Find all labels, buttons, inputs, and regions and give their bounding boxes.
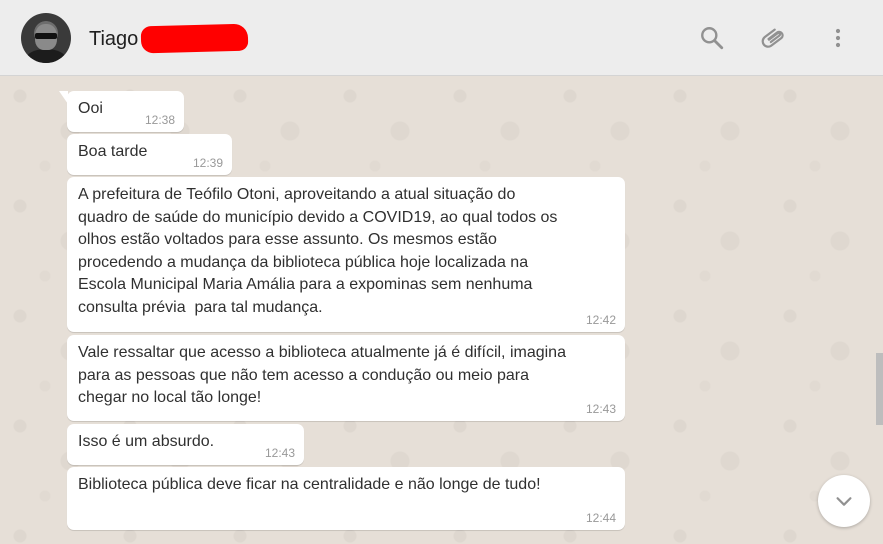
paperclip-icon xyxy=(761,28,784,48)
search-button[interactable] xyxy=(697,23,727,53)
scroll-to-bottom-button[interactable] xyxy=(818,475,870,527)
message-bubble[interactable]: Boa tarde 12:39 xyxy=(67,134,232,175)
message-time: 12:44 xyxy=(585,511,616,525)
message-bubble[interactable]: Ooi 12:38 xyxy=(59,91,184,132)
attach-button[interactable] xyxy=(759,23,789,53)
message-text: Vale ressaltar que acesso a biblioteca a… xyxy=(78,344,566,406)
search-icon xyxy=(701,27,724,50)
message-bubble[interactable]: Biblioteca pública deve ficar na central… xyxy=(67,467,625,530)
message-bubble[interactable]: Isso é um absurdo. 12:43 xyxy=(67,424,304,465)
chat-header: Tiago xyxy=(0,0,883,76)
message-text: A prefeitura de Teófilo Otoni, aproveita… xyxy=(78,186,558,316)
scrollbar-thumb[interactable] xyxy=(876,353,883,425)
message-time: 12:39 xyxy=(192,156,223,170)
message-bubble[interactable]: A prefeitura de Teófilo Otoni, aproveita… xyxy=(67,177,625,332)
contact-name[interactable]: Tiago xyxy=(89,26,138,52)
redaction-mark xyxy=(140,23,249,54)
message-time: 12:43 xyxy=(585,402,616,416)
avatar-sunglasses xyxy=(35,33,57,39)
message-time: 12:43 xyxy=(264,446,295,460)
message-time: 12:38 xyxy=(144,113,175,127)
bubble-tail xyxy=(59,91,68,104)
menu-button[interactable] xyxy=(823,23,853,53)
chevron-down-icon xyxy=(836,497,852,506)
avatar[interactable] xyxy=(21,13,71,63)
message-bubble[interactable]: Vale ressaltar que acesso a biblioteca a… xyxy=(67,335,625,421)
message-text: Isso é um absurdo. xyxy=(78,433,215,450)
avatar-shoulders xyxy=(26,49,66,63)
chat-window: Tiago Ooi 12:38 Boa tarde 12:39 A prefei… xyxy=(0,0,883,544)
message-text: Biblioteca pública deve ficar na central… xyxy=(78,476,541,493)
kebab-menu-icon xyxy=(835,28,841,48)
message-time: 12:42 xyxy=(585,313,616,327)
